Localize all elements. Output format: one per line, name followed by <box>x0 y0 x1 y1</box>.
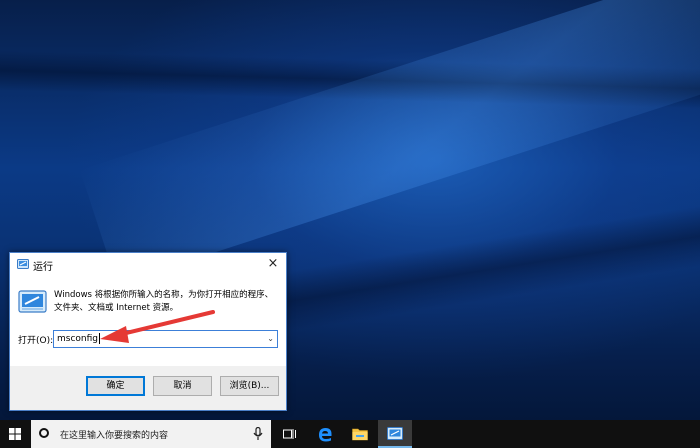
ok-button[interactable]: 确定 <box>86 376 145 396</box>
dialog-description: Windows 将根据你所输入的名称，为你打开相应的程序、文件夹、文档或 Int… <box>54 290 274 313</box>
search-icon <box>39 428 49 438</box>
run-app-icon <box>387 426 403 440</box>
start-button[interactable] <box>0 420 30 448</box>
run-taskbar-button[interactable] <box>378 420 412 448</box>
taskbar-search-box[interactable]: 在这里输入你要搜索的内容 <box>31 420 271 448</box>
windows-logo-icon <box>9 428 21 440</box>
open-input-value: msconfig <box>57 334 98 344</box>
open-input[interactable]: msconfig ⌄ <box>53 330 278 348</box>
open-label: 打开(O): <box>18 336 54 346</box>
run-icon <box>17 259 29 269</box>
dialog-footer: 确定 取消 浏览(B)... <box>10 366 286 410</box>
cancel-button[interactable]: 取消 <box>153 376 212 396</box>
dialog-titlebar[interactable]: 运行 × <box>10 253 286 275</box>
run-icon <box>18 290 47 313</box>
browse-button[interactable]: 浏览(B)... <box>220 376 279 396</box>
run-dialog: 运行 × Windows 将根据你所输入的名称，为你打开相应的程序、文件夹、文档… <box>9 252 287 411</box>
file-explorer-icon <box>352 428 368 441</box>
taskbar: 在这里输入你要搜索的内容 <box>0 420 700 448</box>
edge-taskbar-button[interactable] <box>308 420 342 448</box>
text-caret <box>99 333 100 344</box>
close-icon[interactable]: × <box>260 253 286 275</box>
microphone-icon[interactable] <box>253 427 263 441</box>
task-view-button[interactable] <box>273 420 307 448</box>
task-view-icon <box>283 429 296 439</box>
edge-icon <box>319 428 332 442</box>
dialog-title: 运行 <box>33 262 53 273</box>
file-explorer-taskbar-button[interactable] <box>343 420 377 448</box>
search-placeholder: 在这里输入你要搜索的内容 <box>60 431 169 441</box>
chevron-down-icon[interactable]: ⌄ <box>267 331 274 347</box>
